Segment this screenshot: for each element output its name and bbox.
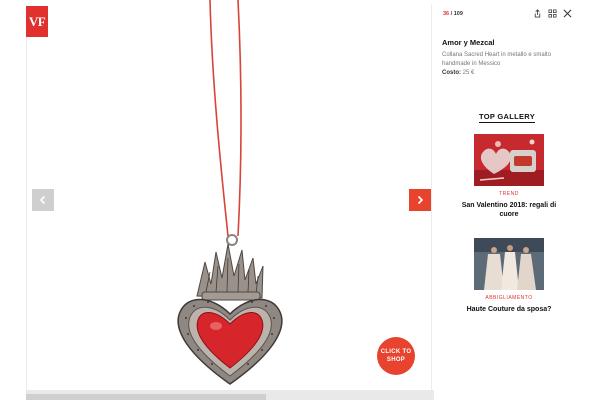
card-title[interactable]: San Valentino 2018: regali di cuore — [454, 201, 564, 219]
next-button[interactable] — [409, 189, 431, 211]
share-icon — [534, 9, 541, 18]
close-icon — [563, 9, 572, 18]
item-title: Amor y Mezcal — [442, 38, 495, 47]
price-label: Costo: — [442, 70, 461, 76]
item-description: Collana Sacred Heart in metallo e smalto… — [442, 52, 552, 67]
shop-label-line-1: CLICK TO — [380, 349, 412, 355]
card-category: ABBIGLIAMENTO — [485, 295, 533, 301]
stage-scrollbar-thumb[interactable] — [26, 394, 266, 400]
grid-icon — [548, 9, 557, 18]
side-panel: 36 / 109 Amor y Mezcal Collana Sacred He… — [434, 0, 600, 400]
close-button[interactable] — [563, 9, 572, 18]
gallery-card[interactable]: ABBIGLIAMENTO Haute Couture da sposa? — [454, 238, 564, 314]
previous-button[interactable] — [32, 189, 54, 211]
logo-text: VF — [28, 13, 46, 29]
slide-total: 109 — [453, 11, 463, 17]
card-title[interactable]: Haute Couture da sposa? — [454, 305, 564, 314]
card-category: TREND — [499, 191, 519, 197]
price-value: 25 € — [462, 70, 475, 76]
item-info: Amor y Mezcal Collana Sacred Heart in me… — [442, 38, 578, 78]
item-price: Costo: 25 € — [442, 69, 578, 78]
vf-logo[interactable]: VF — [26, 6, 48, 37]
slide-separator: / — [450, 11, 453, 17]
click-to-shop-button[interactable]: CLICK TO SHOP — [377, 337, 415, 375]
grid-view-button[interactable] — [548, 9, 557, 18]
valentine-gifts-image — [474, 134, 544, 186]
top-gallery-heading: TOP GALLERY — [434, 106, 580, 124]
share-button[interactable] — [533, 9, 542, 18]
gallery-card[interactable]: TREND San Valentino 2018: regali di cuor… — [454, 134, 564, 219]
chevron-right-icon — [417, 195, 424, 205]
chevron-left-icon — [39, 195, 46, 205]
shop-label-line-2: SHOP — [386, 357, 406, 363]
slide-counter: 36 / 109 — [443, 11, 463, 17]
card-thumbnail-couture[interactable] — [474, 238, 544, 290]
sacred-heart-necklace-image — [177, 0, 283, 385]
slide-current: 36 — [443, 11, 450, 17]
bridal-couture-image — [474, 238, 544, 290]
toolbar — [533, 9, 572, 18]
top-gallery-title: TOP GALLERY — [478, 112, 536, 123]
card-thumbnail-valentine[interactable] — [474, 134, 544, 186]
